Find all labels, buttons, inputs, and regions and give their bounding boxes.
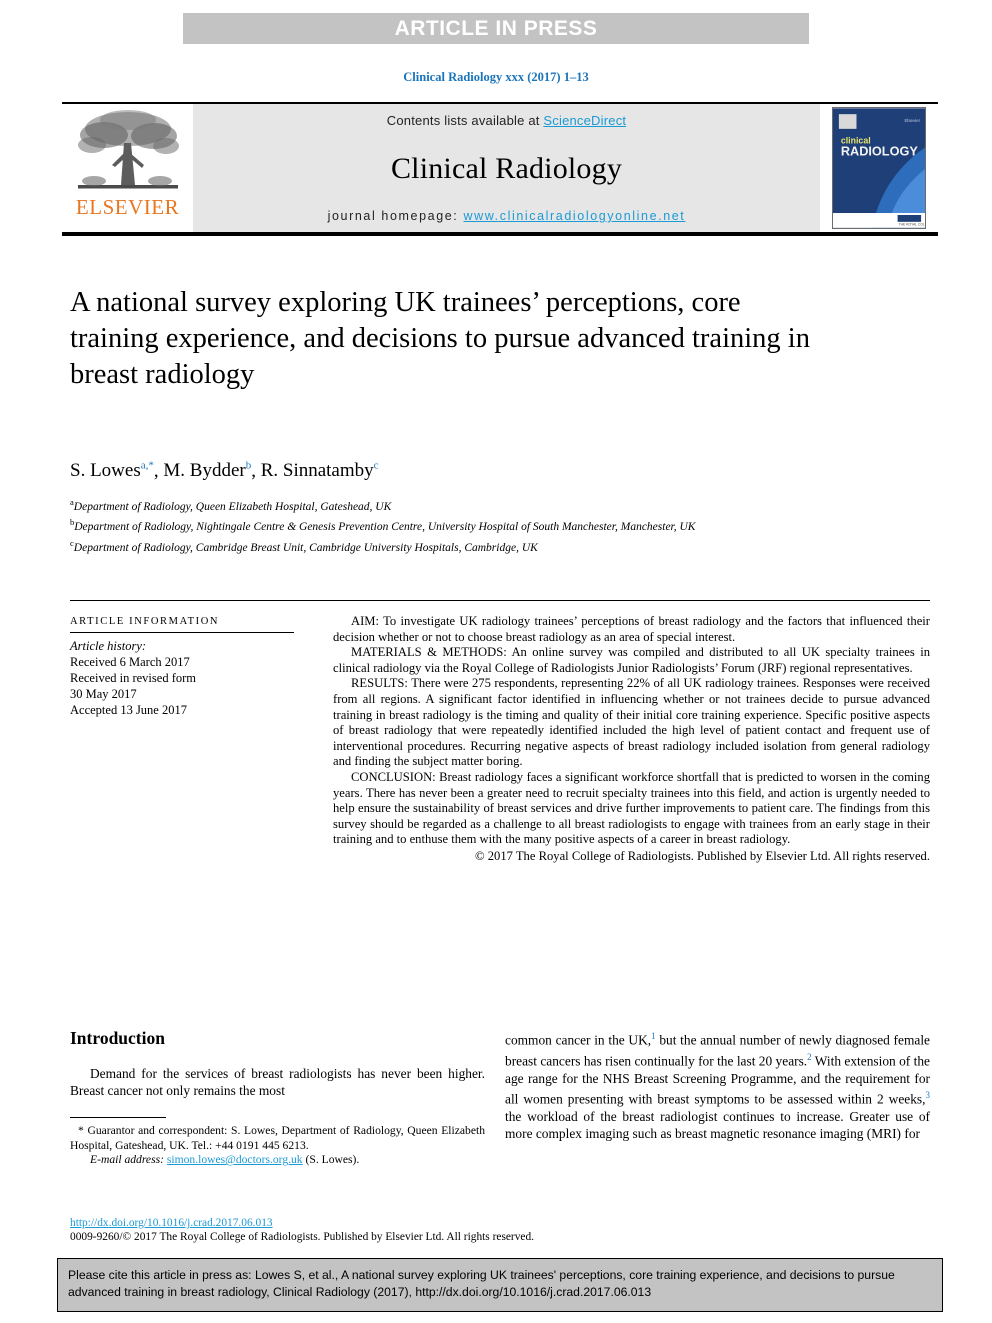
- author-email-link[interactable]: simon.lowes@doctors.org.uk: [167, 1153, 303, 1166]
- doi-link[interactable]: http://dx.doi.org/10.1016/j.crad.2017.06…: [70, 1216, 630, 1230]
- elsevier-logo: ELSEVIER: [62, 104, 193, 232]
- elsevier-tree-icon: [77, 110, 179, 189]
- abstract-methods-label: MATERIALS & METHODS:: [351, 645, 507, 660]
- article-information-heading: ARTICLE INFORMATION: [70, 616, 220, 627]
- abstract-results-label: RESULTS:: [351, 676, 408, 691]
- running-head: Clinical Radiology xxx (2017) 1–13: [403, 70, 589, 84]
- intro-text-seg: the workload of the breast radiologist c…: [505, 1109, 930, 1142]
- affiliation-text: Department of Radiology, Queen Elizabeth…: [73, 500, 392, 513]
- article-in-press-label: ARTICLE IN PRESS: [394, 16, 598, 40]
- abstract-top-rule: [70, 600, 930, 601]
- article-history-accepted: Accepted 13 June 2017: [70, 703, 187, 717]
- email-label: E-mail address:: [90, 1153, 164, 1167]
- masthead-center: Contents lists available at ScienceDirec…: [193, 104, 820, 232]
- email-note: E-mail address: simon.lowes@doctors.org.…: [70, 1153, 485, 1168]
- abstract-aim: AIM: To investigate UK radiology trainee…: [333, 614, 930, 645]
- sciencedirect-link[interactable]: ScienceDirect: [543, 113, 626, 128]
- article-information-panel: ARTICLE INFORMATION Article history: Rec…: [70, 616, 300, 718]
- doi-block: http://dx.doi.org/10.1016/j.crad.2017.06…: [70, 1216, 630, 1244]
- intro-text-seg: common cancer in the UK,: [505, 1032, 652, 1048]
- svg-text:THE ROYAL COLLEGE: THE ROYAL COLLEGE: [899, 223, 926, 227]
- journal-masthead: ELSEVIER Contents lists available at Sci…: [62, 102, 938, 236]
- author-separator: ,: [251, 460, 261, 482]
- journal-cover-icon: Elsevier clinical RADIOLOGY THE ROYAL CO…: [832, 107, 926, 229]
- author-name: S. Lowes: [70, 460, 141, 482]
- affiliation-item: cDepartment of Radiology, Cambridge Brea…: [70, 536, 920, 556]
- journal-title: Clinical Radiology: [390, 151, 623, 185]
- abstract-results: RESULTS: There were 275 respondents, rep…: [333, 676, 930, 770]
- author-list: S. Lowesa,*, M. Bydderb, R. Sinnatambyc: [70, 460, 930, 482]
- article-history-revised: Received in revised form: [70, 671, 196, 685]
- journal-homepage-link[interactable]: www.clinicalradiologyonline.net: [463, 209, 685, 223]
- article-history-received: Received 6 March 2017: [70, 655, 190, 669]
- contents-lists-line: Contents lists available at ScienceDirec…: [387, 113, 626, 128]
- page-title: A national survey exploring UK trainees’…: [70, 287, 810, 390]
- abstract-copyright: © 2017 The Royal College of Radiologists…: [475, 848, 930, 863]
- citation-notice-box: Please cite this article in press as: Lo…: [57, 1258, 943, 1312]
- abstract-methods: MATERIALS & METHODS: An online survey wa…: [333, 645, 930, 676]
- corresponding-author-note: * Guarantor and correspondent: S. Lowes,…: [70, 1124, 485, 1152]
- journal-cover-thumbnail: Elsevier clinical RADIOLOGY THE ROYAL CO…: [820, 104, 938, 232]
- elsevier-wordmark: ELSEVIER: [75, 195, 180, 219]
- footnote-block: * Guarantor and correspondent: S. Lowes,…: [70, 1124, 485, 1168]
- author-separator: ,: [153, 460, 164, 482]
- abstract-conclusion-label: CONCLUSION:: [351, 769, 436, 784]
- author-entry: R. Sinnatambyc: [261, 460, 379, 481]
- affiliation-text: Department of Radiology, Nightingale Cen…: [74, 521, 696, 534]
- issn-copyright-line: 0009-9260/© 2017 The Royal College of Ra…: [70, 1231, 535, 1243]
- email-suffix: (S. Lowes).: [302, 1153, 360, 1167]
- article-information-rule: [70, 632, 294, 633]
- article-in-press-banner: ARTICLE IN PRESS: [183, 13, 809, 44]
- article-history-revised-date: 30 May 2017: [70, 687, 137, 701]
- author-affiliation-marker: c: [373, 460, 379, 472]
- affiliation-item: aDepartment of Radiology, Queen Elizabet…: [70, 495, 920, 515]
- citation-notice-text: Please cite this article in press as: Lo…: [68, 1268, 895, 1299]
- body-column-right: common cancer in the UK,1 but the annual…: [505, 1028, 930, 1143]
- author-entry: M. Bydderb: [163, 460, 251, 481]
- affiliation-item: bDepartment of Radiology, Nightingale Ce…: [70, 515, 920, 535]
- abstract-results-text: There were 275 respondents, representing…: [333, 676, 930, 769]
- title-block: A national survey exploring UK trainees’…: [70, 285, 810, 393]
- footnote-divider: [70, 1117, 166, 1118]
- body-column-left: Introduction Demand for the services of …: [70, 1028, 485, 1100]
- author-name: M. Bydder: [163, 460, 246, 482]
- abstract-aim-label: AIM:: [351, 614, 379, 628]
- article-history-label: Article history:: [70, 639, 147, 653]
- abstract-conclusion: CONCLUSION: Breast radiology faces a sig…: [333, 770, 930, 848]
- corresponding-author-star: ,*: [145, 460, 154, 472]
- journal-homepage-line: journal homepage: www.clinicalradiologyo…: [328, 209, 686, 223]
- contents-prefix: Contents lists available at: [386, 113, 544, 128]
- affiliation-text: Department of Radiology, Cambridge Breas…: [73, 541, 538, 554]
- svg-text:Elsevier: Elsevier: [904, 118, 920, 123]
- introduction-paragraph-right: common cancer in the UK,1 but the annual…: [505, 1028, 930, 1143]
- homepage-prefix: journal homepage:: [327, 209, 464, 223]
- svg-text:RADIOLOGY: RADIOLOGY: [841, 143, 919, 158]
- citation-ref-3[interactable]: 3: [926, 1090, 931, 1100]
- abstract-aim-text: To investigate UK radiology trainees’ pe…: [333, 614, 930, 644]
- abstract-panel: AIM: To investigate UK radiology trainee…: [333, 614, 930, 865]
- author-name: R. Sinnatamby: [260, 460, 374, 482]
- affiliation-list: aDepartment of Radiology, Queen Elizabet…: [70, 495, 920, 556]
- introduction-heading: Introduction: [70, 1028, 165, 1048]
- author-entry: S. Lowesa,*: [70, 460, 154, 481]
- introduction-paragraph-left: Demand for the services of breast radiol…: [70, 1066, 485, 1099]
